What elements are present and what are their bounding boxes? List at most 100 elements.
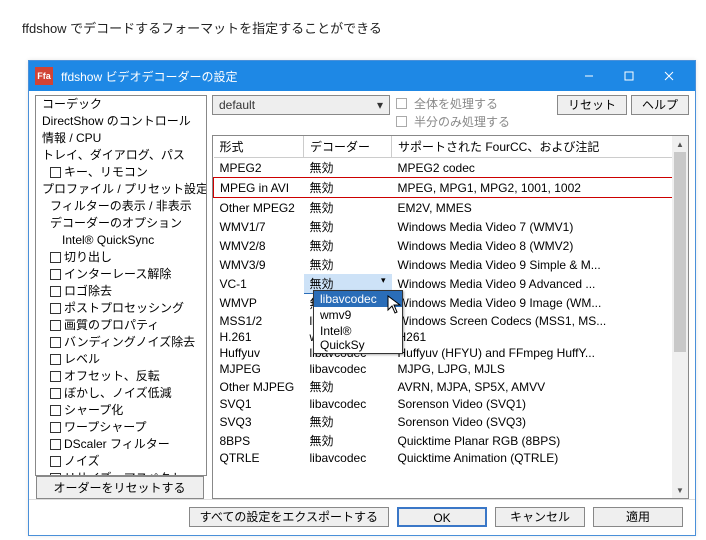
titlebar[interactable]: Ffa ffdshow ビデオデコーダーの設定 — [29, 61, 695, 91]
preset-select[interactable]: default ▾ — [212, 95, 390, 115]
cell-format[interactable]: Other MJPEG — [214, 377, 304, 396]
tree-dscaler[interactable]: DScaler フィルター — [36, 436, 206, 453]
table-row[interactable]: Other MPEG2無効EM2V, MMES — [214, 198, 688, 218]
help-button[interactable]: ヘルプ — [631, 95, 689, 115]
cell-format[interactable]: WMV1/7 — [214, 217, 304, 236]
checkbox-icon[interactable] — [50, 252, 61, 263]
table-row[interactable]: 8BPS無効Quicktime Planar RGB (8BPS) — [214, 431, 688, 450]
tree-key-remote[interactable]: キー、リモコン — [36, 164, 206, 181]
export-button[interactable]: すべての設定をエクスポートする — [189, 507, 389, 527]
checkbox-icon[interactable] — [50, 354, 61, 365]
process-half-checkbox[interactable]: 半分のみ処理する — [396, 113, 510, 130]
table-row[interactable]: SVQ3無効Sorenson Video (SVQ3) — [214, 412, 688, 431]
cell-decoder[interactable]: 無効 — [304, 217, 392, 236]
scroll-down-icon[interactable]: ▼ — [672, 482, 688, 498]
checkbox-icon[interactable] — [50, 456, 61, 467]
tree-sharp[interactable]: シャープ化 — [36, 402, 206, 419]
tree-cutout[interactable]: 切り出し — [36, 249, 206, 266]
cell-format[interactable]: MPEG in AVI — [214, 178, 304, 198]
table-row[interactable]: HuffyuvlibavcodecHuffyuv (HFYU) and FFmp… — [214, 345, 688, 361]
cell-format[interactable]: QTRLE — [214, 450, 304, 466]
checkbox-icon[interactable] — [50, 388, 61, 399]
table-row[interactable]: WMV2/8無効Windows Media Video 8 (WMV2) — [214, 236, 688, 255]
checkbox-icon[interactable] — [50, 405, 61, 416]
header-decoder[interactable]: デコーダー — [304, 136, 392, 158]
tree-noise[interactable]: ノイズ — [36, 453, 206, 470]
checkbox-icon[interactable] — [50, 422, 61, 433]
cell-decoder[interactable]: 無効 — [304, 178, 392, 198]
cell-format[interactable]: MJPEG — [214, 361, 304, 377]
apply-button[interactable]: 適用 — [593, 507, 683, 527]
reset-order-button[interactable]: オーダーをリセットする — [36, 476, 204, 499]
category-tree[interactable]: コーデック DirectShow のコントロール 情報 / CPU トレイ、ダイ… — [35, 95, 207, 476]
checkbox-icon[interactable] — [50, 320, 61, 331]
table-row[interactable]: VC-1無効Windows Media Video 9 Advanced ... — [214, 274, 688, 294]
cell-decoder[interactable]: libavcodec — [304, 396, 392, 412]
cell-format[interactable]: SVQ3 — [214, 412, 304, 431]
cell-decoder[interactable]: 無効 — [304, 198, 392, 218]
cell-decoder[interactable]: libavcodec — [304, 450, 392, 466]
tree-warpsharp[interactable]: ワープシャープ — [36, 419, 206, 436]
tree-filter-show[interactable]: フィルターの表示 / 非表示 — [36, 198, 206, 215]
cancel-button[interactable]: キャンセル — [495, 507, 585, 527]
tree-level[interactable]: レベル — [36, 351, 206, 368]
tree-postproc[interactable]: ポストプロセッシング — [36, 300, 206, 317]
vertical-scrollbar[interactable]: ▲ ▼ — [672, 136, 688, 498]
checkbox-icon[interactable] — [50, 439, 61, 450]
reset-button[interactable]: リセット — [557, 95, 627, 115]
table-row[interactable]: SVQ1libavcodecSorenson Video (SVQ1) — [214, 396, 688, 412]
ok-button[interactable]: OK — [397, 507, 487, 527]
cell-decoder[interactable]: 無効 — [304, 158, 392, 178]
cell-format[interactable]: H.261 — [214, 329, 304, 345]
dropdown-item[interactable]: Intel® QuickSy — [314, 323, 402, 353]
tree-codecs[interactable]: コーデック — [36, 96, 206, 113]
table-row[interactable]: WMV1/7無効Windows Media Video 7 (WMV1) — [214, 217, 688, 236]
cell-decoder[interactable]: 無効 — [304, 377, 392, 396]
table-row[interactable]: MJPEGlibavcodecMJPG, LJPG, MJLS — [214, 361, 688, 377]
table-row[interactable]: WMV3/9無効Windows Media Video 9 Simple & M… — [214, 255, 688, 274]
tree-directshow[interactable]: DirectShow のコントロール — [36, 113, 206, 130]
checkbox-icon[interactable] — [50, 286, 61, 297]
table-row[interactable]: H.261wmv9H261 — [214, 329, 688, 345]
tree-tray[interactable]: トレイ、ダイアログ、パス — [36, 147, 206, 164]
maximize-button[interactable] — [609, 62, 649, 90]
cell-decoder[interactable]: libavcodec — [304, 361, 392, 377]
cell-format[interactable]: Other MPEG2 — [214, 198, 304, 218]
tree-banding[interactable]: バンディングノイズ除去 — [36, 334, 206, 351]
cell-decoder[interactable]: 無効 — [304, 255, 392, 274]
table-row[interactable]: MPEG2無効MPEG2 codec — [214, 158, 688, 178]
cell-format[interactable]: SVQ1 — [214, 396, 304, 412]
cell-format[interactable]: MPEG2 — [214, 158, 304, 178]
cell-format[interactable]: WMVP — [214, 294, 304, 314]
cell-format[interactable]: VC-1 — [214, 274, 304, 294]
close-button[interactable] — [649, 62, 689, 90]
tree-deinterlace[interactable]: インターレース解除 — [36, 266, 206, 283]
checkbox-icon[interactable] — [50, 303, 61, 314]
tree-logo[interactable]: ロゴ除去 — [36, 283, 206, 300]
cell-format[interactable]: WMV2/8 — [214, 236, 304, 255]
scrollbar-thumb[interactable] — [674, 152, 686, 352]
cell-decoder[interactable]: 無効 — [304, 236, 392, 255]
tree-info-cpu[interactable]: 情報 / CPU — [36, 130, 206, 147]
cell-decoder[interactable]: 無効 — [304, 431, 392, 450]
table-row[interactable]: QTRLElibavcodecQuicktime Animation (QTRL… — [214, 450, 688, 466]
header-format[interactable]: 形式 — [214, 136, 304, 158]
checkbox-icon[interactable] — [50, 167, 61, 178]
table-row[interactable]: WMVP無効Windows Media Video 9 Image (WM... — [214, 294, 688, 314]
checkbox-icon[interactable] — [50, 337, 61, 348]
tree-decoder-opt[interactable]: デコーダーのオプション — [36, 215, 206, 232]
minimize-button[interactable] — [569, 62, 609, 90]
tree-picprop[interactable]: 画質のプロパティ — [36, 317, 206, 334]
header-note[interactable]: サポートされた FourCC、および注記 — [392, 136, 688, 158]
cell-format[interactable]: MSS1/2 — [214, 313, 304, 329]
scroll-up-icon[interactable]: ▲ — [672, 136, 688, 152]
cell-format[interactable]: Huffyuv — [214, 345, 304, 361]
tree-profile[interactable]: プロファイル / プリセット設定 — [36, 181, 206, 198]
tree-blur[interactable]: ぼかし、ノイズ低減 — [36, 385, 206, 402]
checkbox-icon[interactable] — [50, 371, 61, 382]
cell-decoder[interactable]: 無効 — [304, 412, 392, 431]
checkbox-icon[interactable] — [50, 269, 61, 280]
tree-offset[interactable]: オフセット、反転 — [36, 368, 206, 385]
tree-intel-qs[interactable]: Intel® QuickSync — [36, 232, 206, 249]
table-row[interactable]: Other MJPEG無効AVRN, MJPA, SP5X, AMVV — [214, 377, 688, 396]
